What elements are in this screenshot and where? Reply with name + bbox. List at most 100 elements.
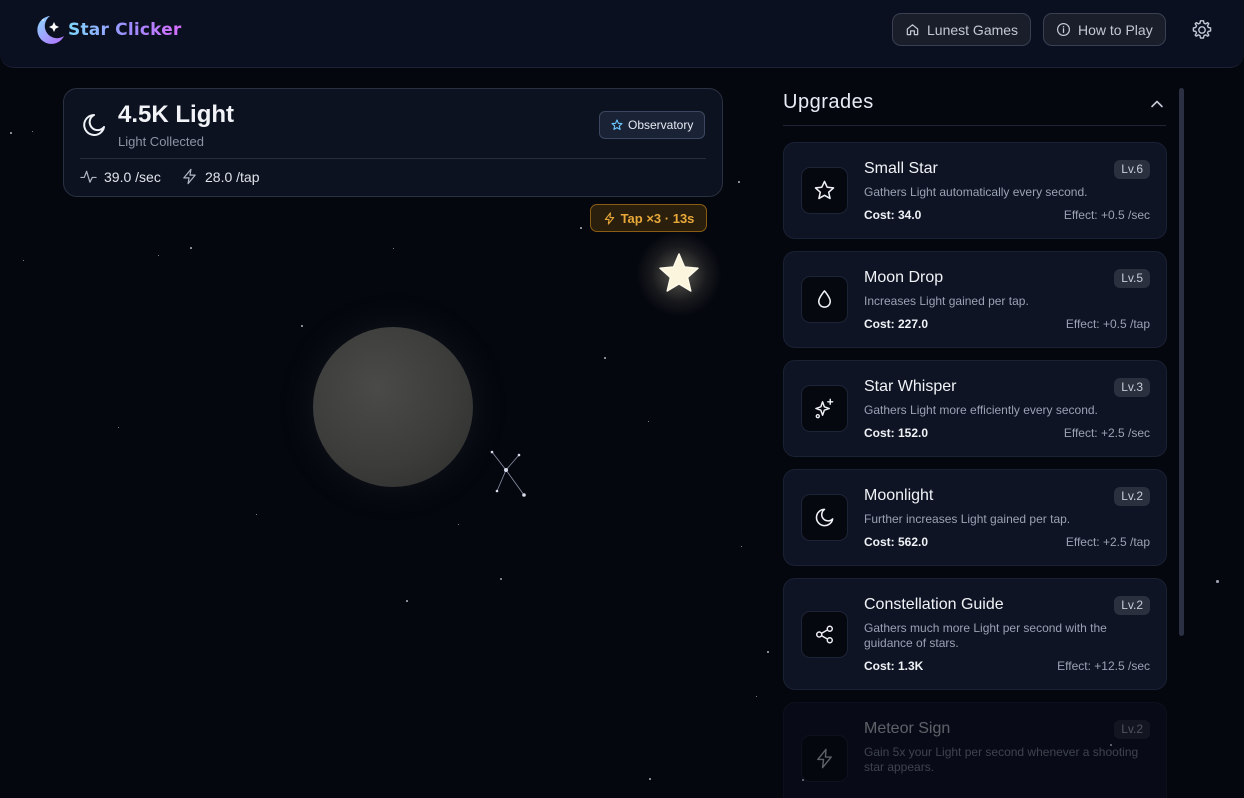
upgrade-description: Further increases Light gained per tap. bbox=[864, 512, 1071, 526]
light-subtitle: Light Collected bbox=[118, 134, 204, 149]
observatory-label: Observatory bbox=[628, 118, 694, 132]
upgrade-cost: Cost: 34.0 bbox=[864, 208, 922, 222]
lightning-icon bbox=[604, 211, 614, 225]
background-star bbox=[741, 546, 742, 547]
upgrade-description: Gathers Light more efficiently every sec… bbox=[864, 403, 1098, 417]
background-star bbox=[256, 514, 257, 515]
upgrade-icon-box bbox=[801, 494, 848, 541]
background-star bbox=[458, 524, 459, 525]
upgrade-effect: Effect: +0.5 /sec bbox=[1063, 208, 1150, 222]
bonus-star[interactable] bbox=[636, 231, 722, 317]
upgrade-card-meteor-sign[interactable]: Meteor Sign Lv.2 Gain 5x your Light per … bbox=[783, 702, 1167, 798]
lunest-games-button[interactable]: Lunest Games bbox=[892, 13, 1032, 46]
upgrade-icon-box bbox=[801, 735, 848, 782]
background-star bbox=[604, 357, 606, 359]
upgrade-level-badge: Lv.2 bbox=[1114, 487, 1150, 506]
background-star bbox=[10, 132, 12, 134]
sparkles-icon bbox=[815, 398, 834, 419]
background-star bbox=[190, 247, 192, 249]
upgrade-cost: Cost: 1.3K bbox=[864, 659, 924, 673]
upgrade-level-badge: Lv.6 bbox=[1114, 160, 1150, 179]
upgrade-name: Moon Drop bbox=[864, 269, 944, 286]
upgrade-card-star-whisper[interactable]: Star Whisper Lv.3 Gathers Light more eff… bbox=[783, 360, 1167, 457]
upgrade-name: Meteor Sign bbox=[864, 720, 951, 737]
upgrade-cost: Cost: 152.0 bbox=[864, 426, 929, 440]
upgrade-level-badge: Lv.3 bbox=[1114, 378, 1150, 397]
upgrades-title: Upgrades bbox=[783, 91, 874, 113]
background-star bbox=[158, 255, 160, 257]
observatory-button[interactable]: Observatory bbox=[599, 111, 706, 139]
upgrade-icon-box bbox=[801, 167, 848, 214]
upgrade-level-badge: Lv.5 bbox=[1114, 269, 1150, 288]
upgrade-card-small-star[interactable]: Small Star Lv.6 Gathers Light automatica… bbox=[783, 142, 1167, 239]
activity-icon bbox=[80, 170, 97, 183]
upgrade-level-badge: Lv.2 bbox=[1114, 596, 1150, 615]
share-nodes-icon bbox=[816, 625, 833, 644]
tap-boost-badge: Tap ×3 · 13s bbox=[590, 204, 707, 232]
star-icon bbox=[611, 119, 623, 130]
info-icon bbox=[1056, 22, 1071, 37]
top-bar: Star Clicker Lunest Games How to Play bbox=[0, 0, 1244, 68]
moon-tap-target[interactable] bbox=[313, 327, 473, 487]
background-star bbox=[648, 421, 649, 422]
upgrade-card-moon-drop[interactable]: Moon Drop Lv.5 Increases Light gained pe… bbox=[783, 251, 1167, 348]
background-star bbox=[580, 227, 582, 229]
upgrade-name: Constellation Guide bbox=[864, 596, 1004, 613]
background-star bbox=[738, 181, 740, 183]
lightning-icon bbox=[817, 748, 832, 769]
how-to-play-label: How to Play bbox=[1078, 21, 1153, 38]
upgrade-effect: Effect: +2.5 /sec bbox=[1063, 426, 1150, 440]
logo[interactable]: Star Clicker bbox=[32, 12, 182, 48]
upgrade-name: Small Star bbox=[864, 160, 938, 177]
per-second-stat: 39.0 /sec bbox=[80, 168, 161, 185]
divider bbox=[80, 158, 706, 159]
star-icon bbox=[814, 180, 835, 200]
app-title: Star Clicker bbox=[68, 20, 182, 40]
upgrade-effect: Effect: +0.5 /tap bbox=[1065, 317, 1150, 331]
upgrade-card-constellation-guide[interactable]: Constellation Guide Lv.2 Gathers much mo… bbox=[783, 578, 1167, 690]
star-icon bbox=[659, 253, 699, 292]
background-star bbox=[500, 578, 502, 580]
upgrade-description: Gathers much more Light per second with … bbox=[864, 621, 1107, 650]
background-star bbox=[393, 248, 394, 249]
crescent-star-logo-icon bbox=[37, 16, 64, 44]
upgrade-card-moonlight[interactable]: Moonlight Lv.2 Further increases Light g… bbox=[783, 469, 1167, 566]
moon-icon bbox=[83, 114, 105, 136]
upgrade-effect: Effect: +12.5 /sec bbox=[1057, 659, 1150, 673]
upgrade-description: Increases Light gained per tap. bbox=[864, 294, 1029, 308]
moon-icon bbox=[815, 508, 834, 527]
background-star bbox=[649, 778, 651, 780]
background-star bbox=[406, 600, 408, 602]
droplet-icon bbox=[817, 290, 832, 308]
background-star bbox=[23, 260, 24, 261]
lunest-games-label: Lunest Games bbox=[927, 21, 1019, 38]
background-star bbox=[767, 651, 769, 653]
background-star bbox=[118, 427, 119, 428]
home-icon bbox=[906, 24, 919, 36]
gear-icon[interactable] bbox=[1190, 18, 1214, 42]
light-amount: 4.5K Light bbox=[118, 101, 235, 128]
upgrade-icon-box bbox=[801, 385, 848, 432]
upgrade-name: Moonlight bbox=[864, 487, 934, 504]
per-second-value: 39.0 /sec bbox=[104, 168, 161, 185]
upgrade-icon-box bbox=[801, 276, 848, 323]
upgrade-cost: Cost: 227.0 bbox=[864, 317, 929, 331]
per-tap-value: 28.0 /tap bbox=[205, 168, 260, 185]
upgrade-effect: Effect: +2.5 /tap bbox=[1065, 535, 1150, 549]
how-to-play-button[interactable]: How to Play bbox=[1043, 13, 1166, 46]
upgrade-description: Gathers Light automatically every second… bbox=[864, 185, 1088, 199]
background-star bbox=[756, 696, 757, 697]
constellation-icon bbox=[490, 450, 526, 497]
per-tap-stat: 28.0 /tap bbox=[181, 168, 260, 185]
background-star bbox=[32, 131, 33, 132]
upgrade-level-badge: Lv.2 bbox=[1114, 720, 1150, 739]
lightning-icon bbox=[183, 168, 196, 185]
upgrades-scrollbar[interactable] bbox=[1179, 88, 1184, 636]
chevron-up-icon[interactable] bbox=[1148, 95, 1166, 113]
upgrade-icon-box bbox=[801, 611, 848, 658]
background-star bbox=[1216, 580, 1219, 583]
upgrade-description: Gain 5x your Light per second whenever a… bbox=[864, 745, 1139, 774]
light-summary-card: 4.5K Light Light Collected Observatory 3… bbox=[63, 88, 723, 197]
tap-boost-label: Tap ×3 · 13s bbox=[620, 210, 695, 226]
upgrade-cost: Cost: 562.0 bbox=[864, 535, 929, 549]
